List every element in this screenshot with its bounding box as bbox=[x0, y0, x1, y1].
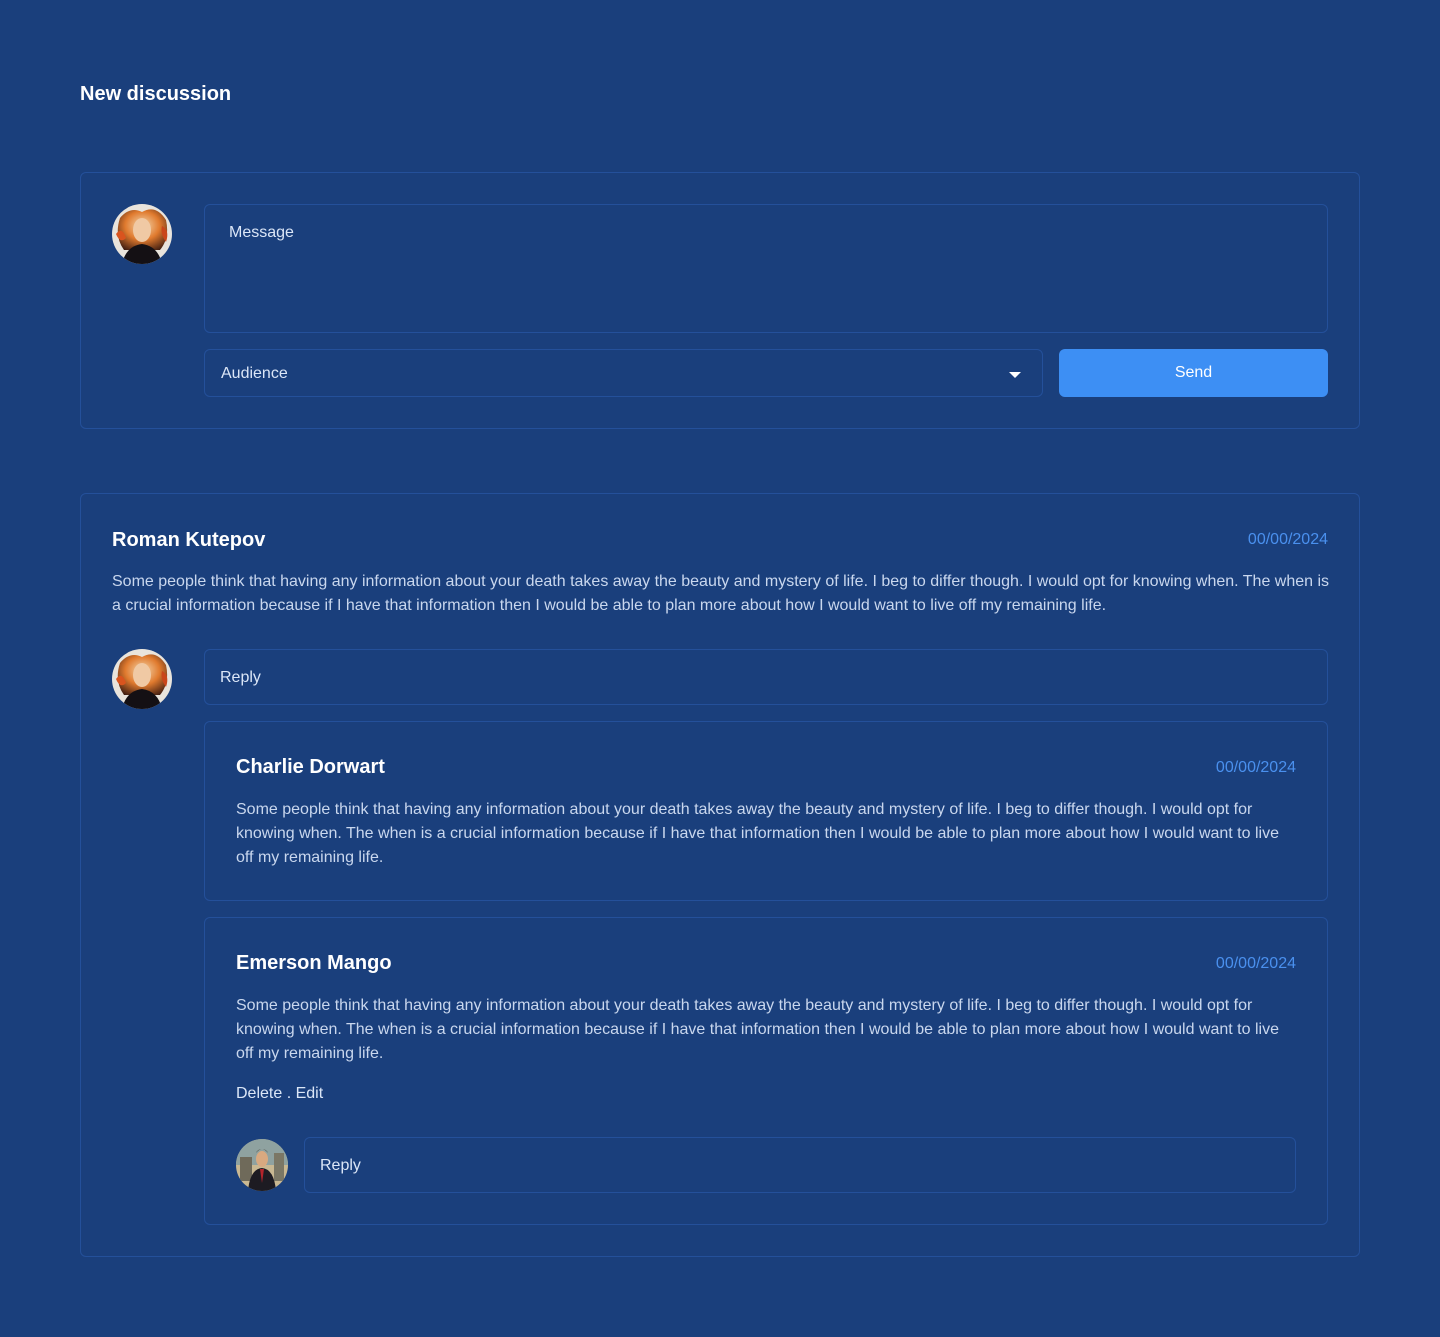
reply-author: Charlie Dorwart bbox=[236, 756, 385, 778]
audience-select[interactable]: Audience bbox=[204, 349, 1043, 397]
reply-user-avatar bbox=[112, 649, 172, 709]
current-user-avatar bbox=[112, 204, 172, 264]
delete-link[interactable]: Delete bbox=[236, 1085, 282, 1102]
reply-placeholder: Reply bbox=[220, 669, 261, 686]
reply-input[interactable]: Reply bbox=[204, 649, 1328, 705]
reply-card: Emerson Mango 00/00/2024 Some people thi… bbox=[204, 917, 1328, 1225]
chevron-down-icon bbox=[1009, 372, 1021, 378]
send-button[interactable]: Send bbox=[1059, 349, 1328, 397]
page-title: New discussion bbox=[80, 83, 232, 105]
post-date: 00/00/2024 bbox=[1247, 531, 1328, 548]
audience-select-label: Audience bbox=[221, 365, 288, 382]
reply-date: 00/00/2024 bbox=[1215, 759, 1296, 776]
new-discussion-composer: Message Audience Send bbox=[80, 172, 1360, 429]
edit-link[interactable]: Edit bbox=[296, 1085, 324, 1102]
nested-reply-input[interactable]: Reply bbox=[304, 1137, 1296, 1193]
reply-placeholder: Reply bbox=[320, 1157, 361, 1174]
nested-reply-user-avatar bbox=[236, 1139, 288, 1191]
reply-card: Charlie Dorwart 00/00/2024 Some people t… bbox=[204, 721, 1328, 901]
reply-body: Some people think that having any inform… bbox=[236, 997, 1279, 1062]
reply-body: Some people think that having any inform… bbox=[236, 801, 1279, 866]
avatar-portrait-image bbox=[236, 1139, 288, 1191]
actions-separator: . bbox=[282, 1085, 296, 1102]
discussion-thread: Roman Kutepov 00/00/2024 Some people thi… bbox=[80, 493, 1360, 1257]
avatar-portrait-image bbox=[112, 649, 172, 709]
reply-actions: Delete . Edit bbox=[236, 1084, 323, 1104]
post-body: Some people think that having any inform… bbox=[112, 573, 1330, 614]
reply-date: 00/00/2024 bbox=[1215, 955, 1296, 972]
reply-author: Emerson Mango bbox=[236, 952, 392, 974]
message-placeholder: Message bbox=[229, 224, 294, 241]
post-author: Roman Kutepov bbox=[112, 529, 266, 551]
message-textarea[interactable]: Message bbox=[204, 204, 1328, 333]
avatar-portrait-image bbox=[112, 204, 172, 264]
